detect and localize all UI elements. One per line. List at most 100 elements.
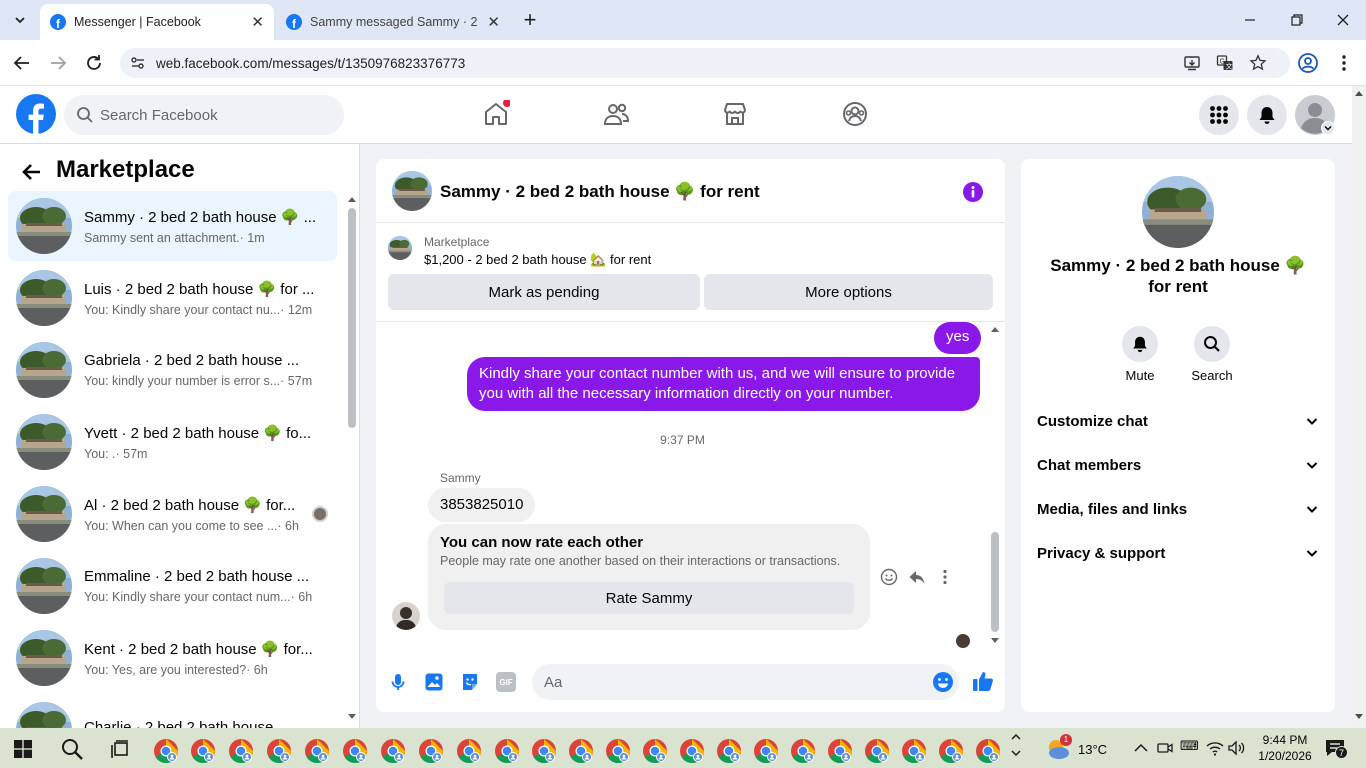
taskbar-search-button[interactable] bbox=[60, 737, 84, 761]
conversation-item[interactable]: Sammy · 2 bed 2 bath house 🌳 ... Sammy s… bbox=[8, 191, 337, 261]
emoji-button[interactable] bbox=[932, 671, 954, 693]
incoming-message[interactable]: 3853825010 bbox=[428, 488, 536, 522]
browser-tab-notification[interactable]: f Sammy messaged Sammy · 2 bed 2 bath ho… bbox=[276, 4, 510, 40]
privacy-support-section[interactable]: Privacy & support bbox=[1037, 539, 1319, 567]
chrome-icon[interactable] bbox=[827, 738, 853, 764]
account-avatar[interactable] bbox=[1295, 95, 1335, 135]
chrome-icon[interactable] bbox=[266, 738, 292, 764]
mark-as-pending-button[interactable]: Mark as pending bbox=[388, 274, 700, 310]
chrome-icon[interactable] bbox=[531, 738, 557, 764]
chrome-icon[interactable] bbox=[753, 738, 779, 764]
close-tab-icon[interactable]: ✕ bbox=[251, 13, 264, 31]
conversation-item[interactable]: Gabriela · 2 bed 2 bath house ... You: k… bbox=[8, 335, 337, 405]
listing-title[interactable]: $1,200 - 2 bed 2 bath house 🏡 for rent bbox=[424, 252, 651, 268]
message-input[interactable]: Aa bbox=[532, 664, 959, 700]
clock[interactable]: 9:44 PM 1/20/2026 bbox=[1252, 732, 1318, 764]
chrome-icon[interactable] bbox=[605, 738, 631, 764]
chrome-icon[interactable] bbox=[716, 738, 742, 764]
task-view-button[interactable] bbox=[109, 738, 131, 760]
chrome-icon[interactable] bbox=[380, 738, 406, 764]
menu-button[interactable] bbox=[1199, 95, 1239, 135]
reload-button[interactable] bbox=[82, 51, 106, 75]
details-avatar[interactable] bbox=[1142, 176, 1214, 248]
mute-button[interactable]: Mute bbox=[1121, 326, 1159, 383]
attach-media-button[interactable] bbox=[424, 672, 444, 692]
close-tab-icon[interactable]: ✕ bbox=[487, 13, 500, 31]
listing-thumbnail[interactable] bbox=[388, 236, 412, 260]
weather-widget[interactable]: 1 13°C bbox=[1046, 734, 1116, 762]
scrollbar-thumb[interactable] bbox=[991, 532, 999, 632]
sticker-button[interactable] bbox=[460, 672, 480, 692]
window-close-button[interactable] bbox=[1331, 8, 1355, 32]
search-in-conversation-button[interactable]: Search bbox=[1189, 326, 1235, 383]
reply-button[interactable] bbox=[908, 568, 926, 586]
notification-center-button[interactable]: 7 bbox=[1324, 738, 1348, 760]
customize-chat-section[interactable]: Customize chat bbox=[1037, 407, 1319, 435]
chrome-icon[interactable] bbox=[342, 738, 368, 764]
chat-avatar[interactable] bbox=[392, 171, 432, 211]
chrome-icon[interactable] bbox=[418, 738, 444, 764]
chrome-icon[interactable] bbox=[190, 738, 216, 764]
conversation-info-button[interactable] bbox=[962, 181, 984, 203]
more-options-button[interactable]: More options bbox=[704, 274, 993, 310]
chrome-icon[interactable] bbox=[938, 738, 964, 764]
back-button[interactable] bbox=[10, 51, 34, 75]
chrome-icon[interactable] bbox=[679, 738, 705, 764]
conversation-item[interactable]: Emmaline · 2 bed 2 bath house ... You: K… bbox=[8, 551, 337, 621]
voice-clip-button[interactable] bbox=[388, 672, 408, 692]
gif-button[interactable]: GIF bbox=[496, 672, 516, 692]
chrome-icon[interactable] bbox=[864, 738, 890, 764]
site-settings-icon[interactable] bbox=[130, 55, 146, 71]
chrome-icon[interactable] bbox=[304, 738, 330, 764]
conversation-item[interactable]: Charlie · 2 bed 2 bath house ... bbox=[8, 695, 337, 728]
conversation-item[interactable]: Luis · 2 bed 2 bath house 🌳 for ... You:… bbox=[8, 263, 337, 333]
install-app-icon[interactable] bbox=[1183, 54, 1201, 72]
chrome-icon[interactable] bbox=[790, 738, 816, 764]
chat-scrollbar[interactable] bbox=[989, 324, 1001, 650]
chat-title[interactable]: Sammy · 2 bed 2 bath house 🌳 for rent bbox=[440, 182, 760, 202]
back-to-marketplace-button[interactable] bbox=[20, 160, 44, 184]
rate-sammy-button[interactable]: Rate Sammy bbox=[444, 582, 854, 614]
nav-home[interactable] bbox=[482, 100, 510, 128]
bookmark-star-icon[interactable] bbox=[1249, 54, 1267, 72]
like-button[interactable] bbox=[972, 670, 994, 692]
chrome-icon[interactable] bbox=[153, 738, 179, 764]
meet-now-icon[interactable] bbox=[1157, 740, 1173, 756]
input-language-icon[interactable]: ⌨ bbox=[1180, 739, 1199, 757]
conversation-item[interactable]: Al · 2 bed 2 bath house 🌳 for... You: Wh… bbox=[8, 479, 337, 549]
profile-button[interactable] bbox=[1297, 52, 1319, 74]
tray-chevron-button[interactable] bbox=[1133, 740, 1149, 756]
chat-members-section[interactable]: Chat members bbox=[1037, 451, 1319, 479]
chrome-icon[interactable] bbox=[456, 738, 482, 764]
account-dropdown-badge[interactable] bbox=[1321, 121, 1335, 135]
tab-search-button[interactable] bbox=[8, 8, 32, 32]
browser-tab-messenger[interactable]: f Messenger | Facebook ✕ bbox=[40, 4, 274, 40]
facebook-logo[interactable] bbox=[16, 94, 56, 134]
browser-menu-button[interactable] bbox=[1334, 52, 1354, 74]
chrome-icon[interactable] bbox=[568, 738, 594, 764]
notifications-button[interactable] bbox=[1247, 95, 1287, 135]
new-tab-button[interactable]: + bbox=[518, 9, 542, 33]
outgoing-message[interactable]: yes bbox=[934, 322, 982, 354]
chrome-icon[interactable] bbox=[642, 738, 668, 764]
chrome-icon[interactable] bbox=[901, 738, 927, 764]
window-minimize-button[interactable] bbox=[1238, 8, 1262, 32]
address-bar[interactable]: web.facebook.com/messages/t/135097682337… bbox=[120, 48, 1290, 78]
page-scrollbar[interactable] bbox=[1352, 86, 1366, 728]
conversation-item[interactable]: Kent · 2 bed 2 bath house 🌳 for... You: … bbox=[8, 623, 337, 693]
react-button[interactable] bbox=[880, 568, 898, 586]
conversation-item[interactable]: Yvett · 2 bed 2 bath house 🌳 fo... You: … bbox=[8, 407, 337, 477]
wifi-icon[interactable] bbox=[1206, 740, 1224, 756]
start-button[interactable] bbox=[14, 740, 32, 758]
message-more-button[interactable] bbox=[936, 568, 954, 586]
nav-groups[interactable] bbox=[841, 100, 869, 128]
sidebar-scrollbar[interactable] bbox=[346, 194, 358, 726]
nav-friends[interactable] bbox=[602, 100, 630, 128]
chrome-icon[interactable] bbox=[975, 738, 1001, 764]
media-files-links-section[interactable]: Media, files and links bbox=[1037, 495, 1319, 523]
translate-icon[interactable]: G文 bbox=[1216, 54, 1234, 72]
window-restore-button[interactable] bbox=[1284, 8, 1308, 32]
taskbar-overflow-button[interactable] bbox=[1010, 732, 1022, 764]
outgoing-message[interactable]: Kindly share your contact number with us… bbox=[467, 357, 980, 411]
chrome-icon[interactable] bbox=[494, 738, 520, 764]
